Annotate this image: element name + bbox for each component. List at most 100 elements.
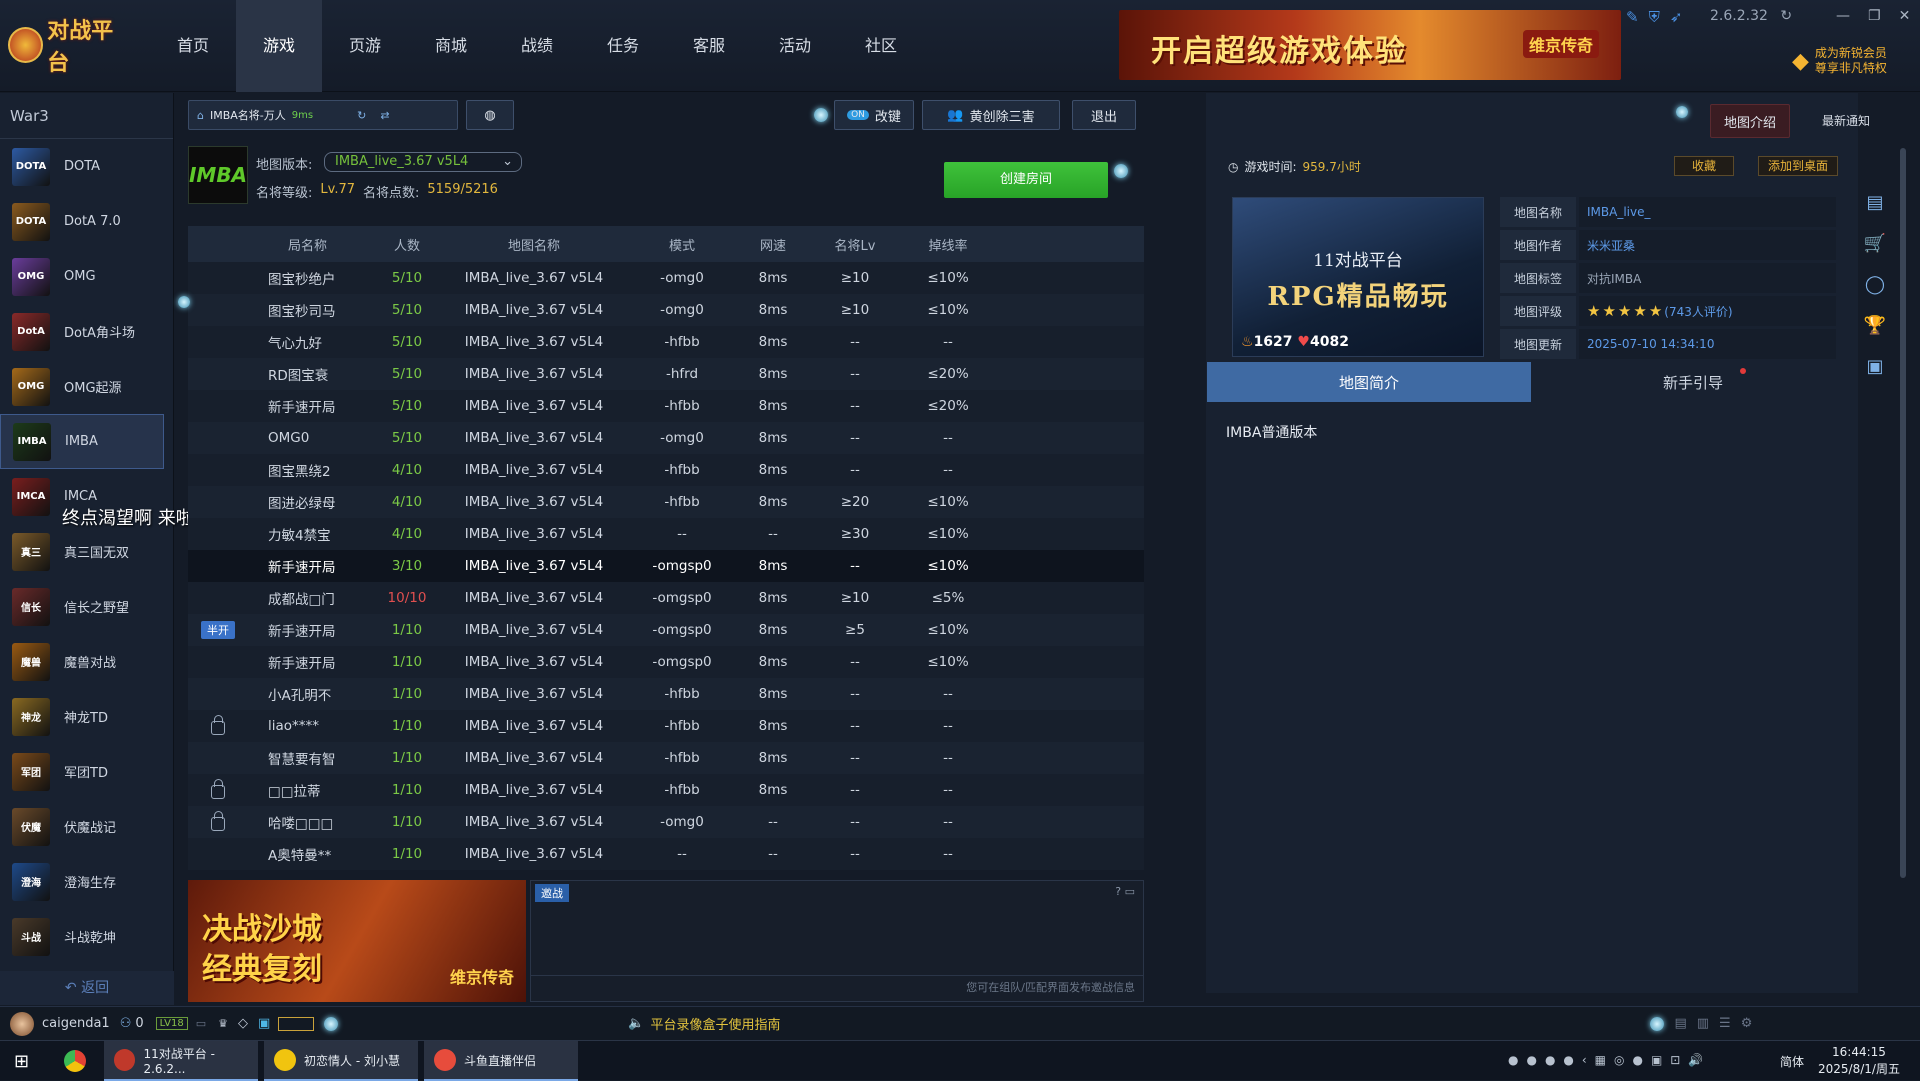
table-row[interactable]: 新手速开局 3/10 IMBA_live_3.67 v5L4 -omgsp0 8ms --… <box>188 550 1144 582</box>
room-selector[interactable]: ⌂ IMBA名将-万人 9ms ↻ ⇄ <box>188 100 458 130</box>
notice-tab[interactable]: 最新通知 <box>1796 104 1896 138</box>
sidebar-game-item[interactable]: DOTA DotA 7.0 <box>0 194 173 249</box>
sidebar-game-item[interactable]: 斗战 斗战乾坤 <box>0 909 173 964</box>
nav-item[interactable]: 任务 <box>580 0 666 92</box>
info-value[interactable]: IMBA_live_ <box>1579 197 1836 227</box>
shirt-icon[interactable]: ⛨ <box>1649 8 1660 26</box>
table-row[interactable]: 半开 新手速开局 1/10 IMBA_live_3.67 v5L4 -omgsp0 8ms… <box>188 614 1144 646</box>
sidebar-game-item[interactable]: DOTA DOTA <box>0 139 173 194</box>
nav-item[interactable]: 社区 <box>838 0 924 92</box>
tray-icons[interactable]: ▤▥☰⚙ <box>1674 1016 1762 1031</box>
table-row[interactable]: 新手速开局 1/10 IMBA_live_3.67 v5L4 -omgsp0 8ms --… <box>188 646 1144 678</box>
sidebar-game-item[interactable]: 伏魔 伏魔战记 <box>0 799 173 854</box>
table-row[interactable]: A奥特曼** 1/10 IMBA_live_3.67 v5L4 -- -- -- -- <box>188 838 1144 870</box>
app-logo[interactable]: 对战平台 <box>8 18 133 76</box>
sidebar-game-item[interactable]: 信长 信长之野望 <box>0 579 173 634</box>
nav-item[interactable]: 首页 <box>150 0 236 92</box>
tool-icon[interactable]: ✎ <box>1626 8 1639 26</box>
nav-item[interactable]: 战绩 <box>494 0 580 92</box>
tab-guide[interactable]: 新手引导 <box>1531 362 1855 402</box>
sidebar-game-item[interactable]: 军团 军团TD <box>0 744 173 799</box>
table-row[interactable]: □□拉蒂 1/10 IMBA_live_3.67 v5L4 -hfbb 8ms -- -- <box>188 774 1144 806</box>
table-row[interactable]: 成都战□门 10/10 IMBA_live_3.67 v5L4 -omgsp0 8ms ≥… <box>188 582 1144 614</box>
nav-item[interactable]: 活动 <box>752 0 838 92</box>
sidebar-game-item[interactable]: 神龙 神龙TD <box>0 689 173 744</box>
chat-bubble-icon[interactable]: ◯ <box>1865 274 1885 295</box>
package-icon[interactable]: ▣ <box>1866 356 1883 377</box>
exit-button[interactable]: 退出 <box>1072 100 1136 130</box>
chat-input[interactable]: 您可在组队/匹配界面发布邀战信息 <box>531 975 1143 1001</box>
version-dropdown[interactable]: IMBA_live_3.67 v5L4 ⌄ <box>324 152 522 172</box>
tab-map-intro[interactable]: 地图简介 <box>1207 362 1531 402</box>
avatar[interactable] <box>10 1011 34 1036</box>
feather-icon[interactable]: ➶ <box>1670 8 1683 26</box>
tray-app-icons[interactable]: ●●●●‹▦◎●▣⊡🔊 <box>1508 1053 1711 1067</box>
column-header[interactable]: 局名称 <box>248 235 374 254</box>
chat-icons[interactable]: ? ▭ <box>1115 885 1135 898</box>
table-row[interactable]: liao**** 1/10 IMBA_live_3.67 v5L4 -hfbb 8ms -… <box>188 710 1144 742</box>
table-row[interactable]: 图宝黑绕2 4/10 IMBA_live_3.67 v5L4 -hfbb 8ms -- -- <box>188 454 1144 486</box>
column-header[interactable]: 名将Lv <box>810 235 900 254</box>
clock[interactable]: 16:44:15 2025/8/1/周五 <box>1818 1044 1900 1078</box>
table-row[interactable]: 图进必绿母 4/10 IMBA_live_3.67 v5L4 -hfbb 8ms ≥20 ≤… <box>188 486 1144 518</box>
create-room-button[interactable]: 创建房间 <box>944 162 1108 198</box>
sidebar-game-item[interactable]: 魔兽 魔兽对战 <box>0 634 173 689</box>
column-header[interactable]: 地图名称 <box>440 235 628 254</box>
sidebar-game-item[interactable]: OMG OMG起源 <box>0 359 173 414</box>
sidebar-game-item[interactable]: IMBA IMBA <box>0 414 164 469</box>
taskbar-app[interactable]: 斗鱼直播伴侣 <box>424 1041 578 1081</box>
table-row[interactable]: 小A孔明不 1/10 IMBA_live_3.67 v5L4 -hfbb 8ms -- -- <box>188 678 1144 710</box>
nav-item[interactable]: 商城 <box>408 0 494 92</box>
taskbar-app[interactable]: 初恋情人 - 刘小慧 <box>264 1041 418 1081</box>
minimize-icon[interactable]: — <box>1836 8 1850 24</box>
add-to-desktop-button[interactable]: 添加到桌面 <box>1758 156 1838 176</box>
back-button[interactable]: ↶ 返回 <box>0 971 174 1005</box>
switch-room-icon[interactable]: ⇄ <box>380 109 389 122</box>
toggle-icon[interactable]: ON <box>847 110 869 120</box>
favorite-button[interactable]: 收藏 <box>1674 156 1734 176</box>
input-language[interactable]: 简体 <box>1780 1053 1804 1070</box>
refresh-icon[interactable]: ↻ <box>1780 8 1792 24</box>
info-value[interactable]: 米米亚桑 <box>1579 230 1836 260</box>
taskbar-app[interactable]: 11对战平台 - 2.6.2... <box>104 1041 258 1081</box>
chrome-icon[interactable] <box>64 1050 86 1072</box>
cart-icon[interactable]: 🛒 <box>1864 233 1886 254</box>
notice-link[interactable]: 平台录像盒子使用指南 <box>650 1014 780 1033</box>
nav-item[interactable]: 页游 <box>322 0 408 92</box>
close-icon[interactable]: ✕ <box>1899 8 1911 24</box>
table-row[interactable]: 新手速开局 5/10 IMBA_live_3.67 v5L4 -hfbb 8ms -- ≤2… <box>188 390 1144 422</box>
table-row[interactable]: 力敏4禁宝 4/10 IMBA_live_3.67 v5L4 -- -- ≥30 ≤10% <box>188 518 1144 550</box>
refresh-room-icon[interactable]: ↻ <box>357 109 366 122</box>
table-row[interactable]: 哈喽□□□ 1/10 IMBA_live_3.67 v5L4 -omg0 -- -- -- <box>188 806 1144 838</box>
vip-promo[interactable]: ◆ 成为新锐会员 尊享非凡特权 <box>1792 46 1887 76</box>
sidebar-game-item[interactable]: 澄海 澄海生存 <box>0 854 173 909</box>
right-scrollbar[interactable] <box>1900 148 1906 878</box>
sidebar-game-item[interactable]: OMG OMG <box>0 249 173 304</box>
windows-start-icon[interactable]: ⊞ <box>14 1051 29 1072</box>
auto-key-button[interactable]: ON 改键 <box>834 100 914 130</box>
restore-icon[interactable]: ❐ <box>1868 8 1881 24</box>
document-icon[interactable]: ▤ <box>1866 192 1883 213</box>
invite-tab[interactable]: 邀战 <box>535 884 569 902</box>
sidebar-game-item[interactable]: DotA DotA角斗场 <box>0 304 173 359</box>
bottom-ad-banner[interactable]: 决战沙城 经典复刻 维京传奇 <box>188 880 526 1002</box>
sidebar-game-item[interactable]: 真三 真三国无双 <box>0 524 173 579</box>
table-row[interactable]: 气心九好 5/10 IMBA_live_3.67 v5L4 -hfbb 8ms -- -- <box>188 326 1144 358</box>
table-row[interactable]: 图宝秒司马 5/10 IMBA_live_3.67 v5L4 -omg0 8ms ≥10 ≤… <box>188 294 1144 326</box>
globe-button[interactable]: ◍ <box>466 100 514 130</box>
column-header[interactable]: 网速 <box>736 235 810 254</box>
nav-item[interactable]: 客服 <box>666 0 752 92</box>
column-header[interactable]: 掉线率 <box>900 235 996 254</box>
nav-item[interactable]: 游戏 <box>236 0 322 92</box>
map-intro-tab[interactable]: 地图介绍 <box>1710 104 1790 138</box>
table-row[interactable]: 智慧要有智 1/10 IMBA_live_3.67 v5L4 -hfbb 8ms -- -- <box>188 742 1144 774</box>
trophy-icon[interactable]: 🏆 <box>1864 315 1886 336</box>
helper-button[interactable]: 👥 黄创除三害 <box>922 100 1060 130</box>
table-row[interactable]: OMG0 5/10 IMBA_live_3.67 v5L4 -omg0 8ms -- -- <box>188 422 1144 454</box>
table-row[interactable]: 图宝秒绝户 5/10 IMBA_live_3.67 v5L4 -omg0 8ms ≥10 ≤… <box>188 262 1144 294</box>
column-header[interactable]: 模式 <box>628 235 736 254</box>
username[interactable]: caigenda1 <box>42 1016 110 1031</box>
column-header[interactable]: 人数 <box>374 235 440 254</box>
friends-icon[interactable]: ⚇ <box>120 1016 132 1031</box>
table-row[interactable]: RD图宝衰 5/10 IMBA_live_3.67 v5L4 -hfrd 8ms -- ≤2… <box>188 358 1144 390</box>
